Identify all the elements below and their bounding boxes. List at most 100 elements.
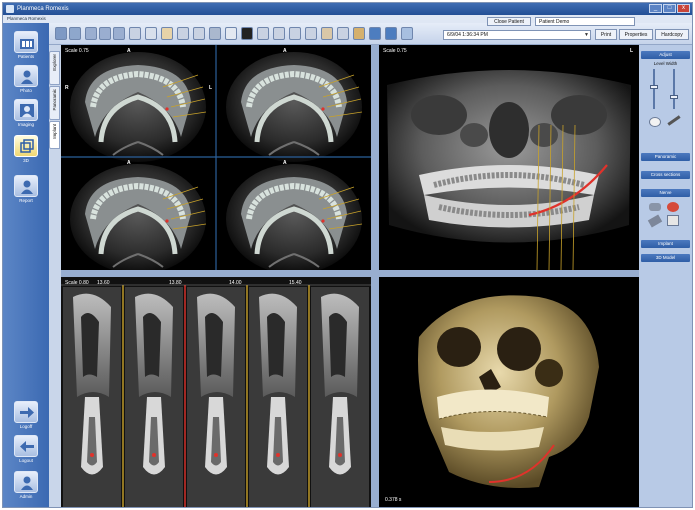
tools-panel: Adjust Level Width Panoramic Cross secti…: [639, 45, 692, 507]
tool-note-icon[interactable]: [337, 27, 349, 40]
tool-area-icon[interactable]: [305, 27, 317, 40]
pano-orient-l-label: L: [629, 48, 633, 54]
sidebar-label-imaging: Imaging: [17, 122, 34, 127]
tool-layout-icon[interactable]: [129, 27, 141, 40]
study-date-value: 6/9/04 1:36:34 PM: [447, 32, 488, 38]
tool-measure-icon[interactable]: [193, 27, 205, 40]
sidebar-item-logout[interactable]: Logout: [9, 435, 43, 464]
cross-scale-label: Scale 0.80: [65, 280, 89, 286]
sidebar-label-admin: Admin: [19, 494, 33, 499]
patients-icon: [14, 31, 38, 53]
3d-icon: [14, 135, 38, 157]
tool-implant-icon[interactable]: [321, 27, 333, 40]
app-window: Planmeca Romexis _ □ x Planmeca Romexis …: [2, 2, 693, 508]
nerve-tool-icon[interactable]: [649, 203, 661, 211]
tool-rotate-icon[interactable]: [209, 27, 221, 40]
tool-image-icon[interactable]: [241, 27, 253, 40]
tab-implant-label: Implant: [52, 124, 57, 139]
tool-angle-icon[interactable]: [289, 27, 301, 40]
orient-a-label: A: [127, 48, 131, 54]
section-adjust[interactable]: Adjust: [641, 51, 690, 59]
sidebar-label-report: Report: [19, 198, 33, 203]
window-title: Planmeca Romexis: [17, 6, 69, 12]
slice-label-2: 13.80: [169, 280, 182, 286]
tab-implant[interactable]: Implant: [49, 121, 60, 149]
tool-hand-icon[interactable]: [161, 27, 173, 40]
axial-slices-image: [61, 45, 371, 270]
panoramic-image: [379, 45, 639, 270]
tool-open-icon[interactable]: [55, 27, 67, 40]
section-3d-model[interactable]: 3D Model: [641, 254, 690, 262]
tool-arrow-icon[interactable]: [177, 27, 189, 40]
sidebar-item-imaging[interactable]: Imaging: [9, 99, 43, 128]
pano-scale-label: Scale 0.75: [383, 48, 407, 54]
nerve-delete-icon[interactable]: [667, 215, 679, 226]
contrast-icon[interactable]: [649, 117, 661, 127]
level-slider-thumb[interactable]: [650, 85, 658, 89]
tab-panoramic[interactable]: Panoramic: [49, 86, 60, 120]
skull-3d-image: [379, 277, 639, 507]
sidebar-item-report[interactable]: Report: [9, 175, 43, 204]
cross-sections-panel[interactable]: Scale 0.80 13.60 13.80 14.00 15.40: [61, 277, 371, 507]
panoramic-view-panel[interactable]: Scale 0.75 L: [379, 45, 639, 270]
orient-a-label-2: A: [283, 48, 287, 54]
properties-button[interactable]: Properties: [619, 29, 653, 40]
close-button[interactable]: x: [677, 4, 690, 13]
minimize-button[interactable]: _: [649, 4, 662, 13]
tool-cursor-icon[interactable]: [369, 27, 381, 40]
render-time-label: 0.378 s: [385, 497, 402, 503]
tool-slice-icon[interactable]: [257, 27, 269, 40]
axial-views-panel[interactable]: Scale 0.75 A A A A R L: [61, 45, 371, 270]
sidebar-item-logoff[interactable]: Logoff: [9, 401, 43, 430]
study-date-select[interactable]: 6/9/04 1:36:34 PM ▼: [443, 30, 591, 40]
orient-l-label: L: [209, 85, 213, 91]
orient-a-label-4: A: [283, 160, 287, 166]
module-sidebar: Patients Photo Imaging 3D Report Logoff …: [3, 23, 49, 507]
section-nerve[interactable]: Nerve: [641, 189, 690, 197]
volume-render-panel[interactable]: 0.378 s: [379, 277, 639, 507]
width-slider[interactable]: [673, 69, 675, 109]
tool-next-icon[interactable]: [113, 27, 125, 40]
maximize-button[interactable]: □: [663, 4, 676, 13]
slice-label-4: 15.40: [289, 280, 302, 286]
logoff-icon: [14, 401, 38, 423]
width-slider-thumb[interactable]: [670, 95, 678, 99]
pen-icon[interactable]: [667, 115, 681, 126]
level-slider[interactable]: [653, 69, 655, 109]
sidebar-item-patients[interactable]: Patients: [9, 31, 43, 60]
app-icon: [6, 5, 14, 13]
sidebar-item-admin[interactable]: Admin: [9, 471, 43, 500]
section-cross-sections[interactable]: Cross sections: [641, 171, 690, 179]
tab-explorer[interactable]: Explorer: [49, 51, 60, 85]
sidebar-label-photo: Photo: [20, 88, 32, 93]
horizontal-splitter[interactable]: [61, 270, 639, 277]
menu-text: Planmeca Romexis: [7, 16, 46, 21]
tool-zoom-icon[interactable]: [401, 27, 413, 40]
print-button[interactable]: Print: [595, 29, 617, 40]
sidebar-label-logoff: Logoff: [19, 424, 33, 429]
tool-nerve-icon[interactable]: [353, 27, 365, 40]
tool-first-icon[interactable]: [85, 27, 97, 40]
tool-save-icon[interactable]: [69, 27, 81, 40]
tab-panoramic-label: Panoramic: [52, 89, 57, 111]
view-tabs: Explorer Panoramic Implant: [49, 51, 61, 151]
sidebar-item-photo[interactable]: Photo: [9, 65, 43, 94]
slice-label-3: 14.00: [229, 280, 242, 286]
toolbar: 6/9/04 1:36:34 PM ▼ Print Properties Har…: [49, 23, 692, 45]
cross-section-image: [61, 284, 371, 507]
section-implant[interactable]: Implant: [641, 240, 690, 248]
tool-ruler-icon[interactable]: [145, 27, 157, 40]
chevron-down-icon: ▼: [584, 32, 589, 38]
admin-icon: [14, 471, 38, 493]
nerve-edit-icon[interactable]: [647, 214, 663, 228]
tool-grid-icon[interactable]: [385, 27, 397, 40]
sidebar-label-logout: Logout: [19, 458, 33, 463]
hardcopy-button[interactable]: Hardcopy: [655, 29, 689, 40]
section-panoramic[interactable]: Panoramic: [641, 153, 690, 161]
tool-text-icon[interactable]: [273, 27, 285, 40]
nerve-color-icon[interactable]: [667, 202, 679, 212]
tool-contrast-icon[interactable]: [225, 27, 237, 40]
sidebar-item-3d[interactable]: 3D: [9, 135, 43, 164]
report-icon: [14, 175, 38, 197]
tool-prev-icon[interactable]: [99, 27, 111, 40]
